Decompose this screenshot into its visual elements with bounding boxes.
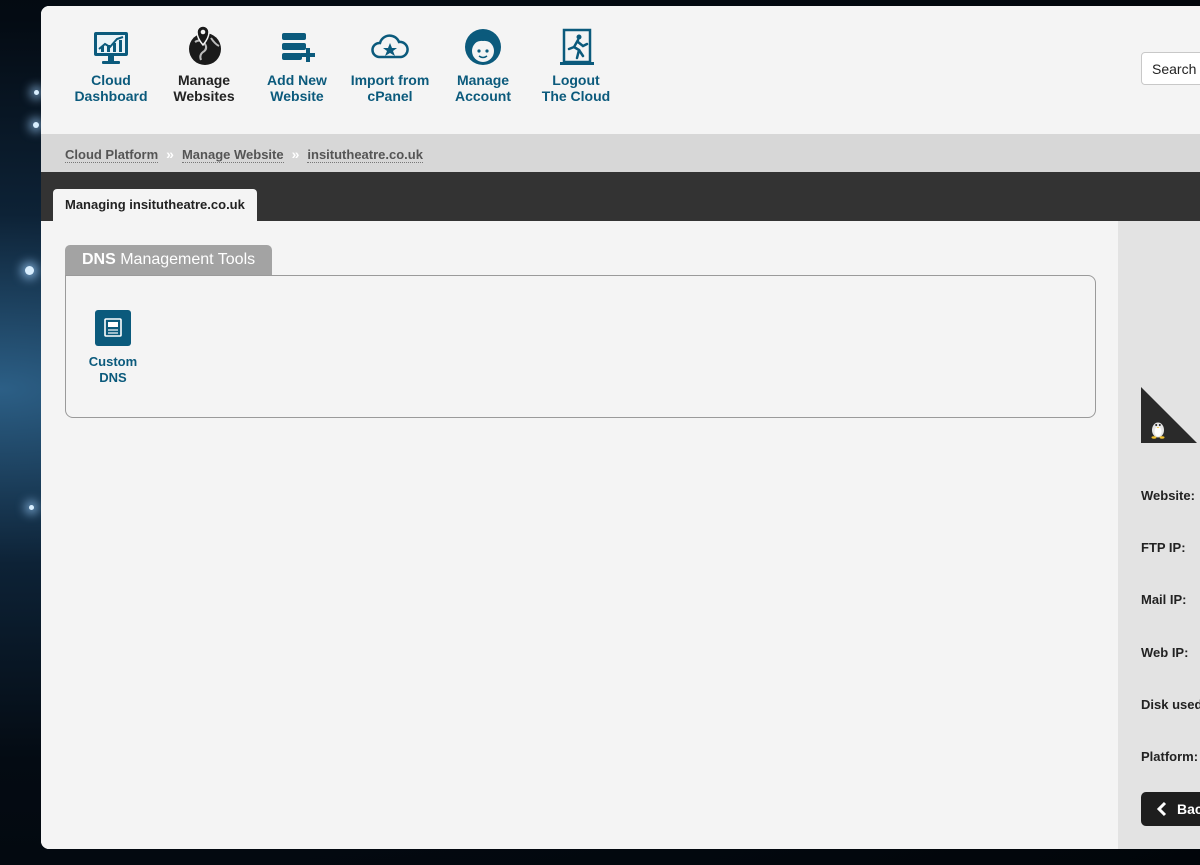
tux-linux-icon [1151,422,1165,439]
web-ip-label: Web IP: [1141,645,1189,660]
mail-ip-label: Mail IP: [1141,592,1187,607]
nav-label-line2: The Cloud [541,88,611,104]
search-input[interactable] [1141,52,1200,85]
cloud-star-icon [371,34,409,59]
nav-label-line1: Manage [177,72,231,88]
nav-label-line1: Logout [552,72,600,88]
tab-bar: Managing insitutheatre.co.uk [41,172,1200,221]
tool-label-line2: DNS [99,370,127,385]
background-light [29,505,34,510]
background-light [33,122,39,128]
tab-managing-website[interactable]: Managing insitutheatre.co.uk [53,189,257,221]
dns-tools-panel: Custom DNS [65,275,1096,418]
background-light [34,90,39,95]
main-content: DNS Management Tools Custom DNS [41,221,1118,849]
ftp-ip-label: FTP IP: [1141,540,1186,555]
back-button[interactable]: Bac [1141,792,1200,826]
breadcrumb-cloud-platform[interactable]: Cloud Platform [65,147,159,163]
nav-label-line1: Manage [456,72,510,88]
exit-door-icon [560,28,594,65]
nav-label-line2: cPanel [367,88,413,104]
nav-cloud-dashboard[interactable]: Cloud Dashboard [61,26,161,104]
breadcrumb-bar: Cloud Platform » Manage Website » insituthea… [41,134,1200,172]
nav-label-line2: Website [270,88,324,104]
nav-label-line1: Cloud [91,72,131,88]
nav-label-line1: Add New [267,72,327,88]
breadcrumb-separator: » [166,146,174,162]
top-navigation: Cloud Dashboard Manage Websites Add New Web… [41,6,1200,134]
website-label: Website: [1141,488,1195,503]
server-add-icon [282,33,315,62]
user-face-icon [465,29,501,65]
platform-label: Platform: [1141,749,1199,764]
website-info-sidebar: Website: FTP IP: Mail IP: Web IP: Disk u… [1118,221,1200,849]
breadcrumb-manage-website[interactable]: Manage Website [181,147,284,163]
back-button-label: Bac [1177,801,1200,817]
breadcrumb-separator: » [291,146,300,162]
section-title-rest: Management Tools [115,251,256,268]
tool-label-line1: Custom [88,354,138,369]
nav-manage-account[interactable]: Manage Account [433,26,533,104]
nav-manage-websites[interactable]: Manage Websites [154,26,254,104]
breadcrumb: Cloud Platform » Manage Website » insituthea… [65,146,423,163]
app-window: Cloud Dashboard Manage Websites Add New Web… [41,6,1200,849]
nav-add-new-website[interactable]: Add New Website [247,26,347,104]
section-title-bold: DNS [82,251,116,268]
breadcrumb-current: insitutheatre.co.uk [307,147,423,163]
custom-dns-tool[interactable]: Custom DNS [80,310,146,386]
nav-label-line2: Websites [173,88,235,104]
nav-import-cpanel[interactable]: Import from cPanel [340,26,440,104]
monitor-chart-icon [94,32,128,64]
nav-label-line1: Import from [350,72,430,88]
disk-used-label: Disk used [1141,697,1200,712]
globe-pin-icon [189,26,221,65]
nav-label-line2: Dashboard [74,88,148,104]
nav-logout[interactable]: Logout The Cloud [526,26,626,104]
nav-label-line2: Account [455,88,511,104]
dns-icon [95,310,131,346]
section-title: DNS Management Tools [65,245,273,275]
chevron-left-icon [1155,792,1169,838]
background-light [25,266,34,275]
